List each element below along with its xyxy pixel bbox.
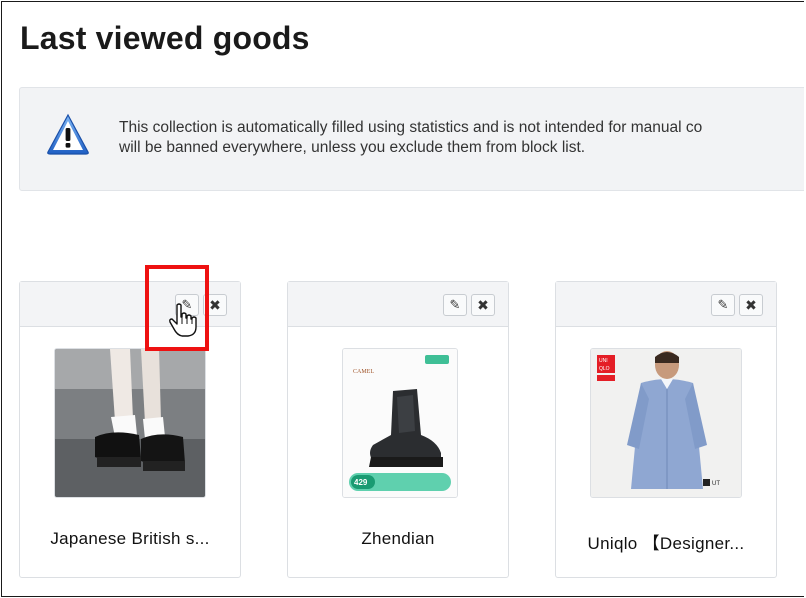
page-title: Last viewed goods xyxy=(20,20,310,56)
product-name[interactable]: Zhendian xyxy=(288,529,508,549)
product-image[interactable]: CAMEL 429 xyxy=(342,348,458,498)
warning-triangle-icon xyxy=(47,113,89,155)
product-image[interactable]: UNI QLO UT xyxy=(590,348,742,498)
hiking-boot-photo: CAMEL 429 xyxy=(343,349,457,497)
pencil-icon: ✎ xyxy=(717,297,729,312)
info-notice: This collection is automatically filled … xyxy=(19,87,804,191)
product-image[interactable] xyxy=(54,348,206,498)
edit-button[interactable]: ✎ xyxy=(443,294,467,316)
notice-line-1: This collection is automatically filled … xyxy=(119,119,703,136)
delete-button[interactable]: ✖ xyxy=(471,294,495,316)
edit-button[interactable]: ✎ xyxy=(711,294,735,316)
brand-text: CAMEL xyxy=(353,369,374,375)
product-name[interactable]: Japanese British s... xyxy=(20,529,240,549)
page-frame: Last viewed goods This collection is aut… xyxy=(1,1,804,597)
notice-text: This collection is automatically filled … xyxy=(119,118,804,158)
product-name[interactable]: Uniqlo 【Designer... xyxy=(556,529,776,554)
product-card[interactable]: ✎ ✖ UNI QLO UT Uniqlo 【Designer... xyxy=(555,281,777,578)
card-header: ✎ ✖ xyxy=(288,282,508,327)
close-icon: ✖ xyxy=(477,296,489,313)
card-header: ✎ ✖ xyxy=(556,282,776,327)
brand-mark-mid: QLO xyxy=(599,366,610,372)
shirt-model-photo: UNI QLO UT xyxy=(591,349,741,497)
brand-mark-top: UNI xyxy=(599,358,608,364)
hand-pointer-icon xyxy=(169,303,197,337)
price-text: 429 xyxy=(354,478,368,487)
notice-line-2: will be banned everywhere, unless you ex… xyxy=(119,139,586,156)
brand-mark-bottom: UT xyxy=(712,481,720,487)
pencil-icon: ✎ xyxy=(449,297,461,312)
close-icon: ✖ xyxy=(745,296,757,313)
close-icon: ✖ xyxy=(209,296,221,313)
loafer-shoes-photo xyxy=(55,349,205,497)
product-card[interactable]: ✎ ✖ CAMEL 429 Zhendian xyxy=(287,281,509,578)
delete-button[interactable]: ✖ xyxy=(739,294,763,316)
